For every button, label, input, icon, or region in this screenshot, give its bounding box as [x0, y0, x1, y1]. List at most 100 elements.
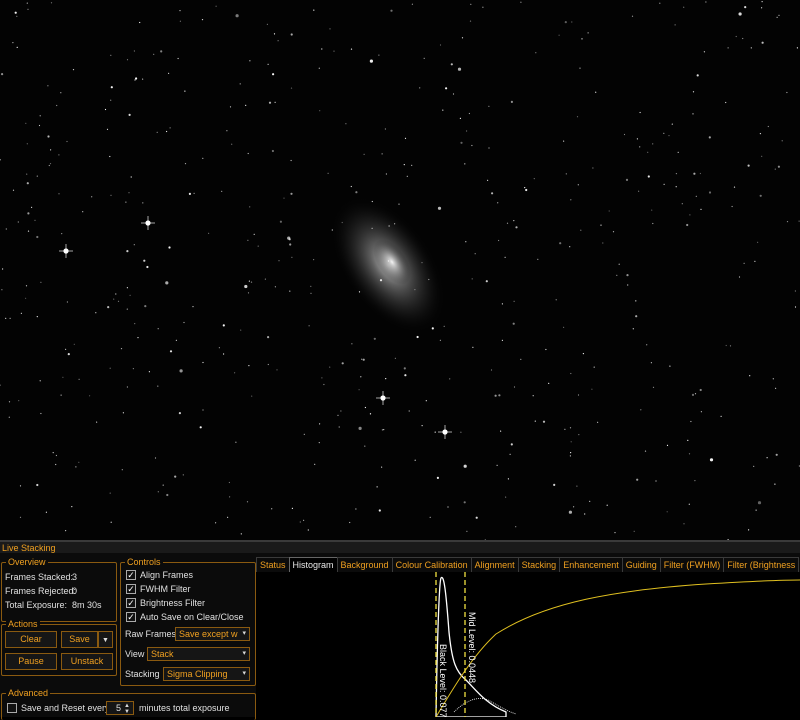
star — [463, 464, 467, 468]
tab-status[interactable]: Status — [256, 557, 290, 572]
star — [558, 34, 560, 36]
star — [692, 91, 695, 93]
tab-guiding[interactable]: Guiding — [621, 557, 661, 572]
star — [218, 347, 220, 349]
star — [696, 74, 699, 77]
star — [126, 308, 128, 310]
star — [708, 191, 712, 194]
star — [56, 104, 58, 107]
save-dropdown-button[interactable]: ▼ — [98, 631, 113, 648]
star — [327, 172, 329, 174]
tab-background[interactable]: Background — [336, 557, 393, 572]
star — [644, 450, 647, 452]
save-reset-checkbox[interactable] — [7, 703, 17, 713]
star — [95, 312, 97, 314]
star — [542, 420, 546, 423]
star — [652, 222, 654, 225]
save-reset-minutes-spinner[interactable]: 5 ▲ ▼ — [106, 701, 134, 715]
align-frames-checkbox[interactable]: ✓ — [126, 570, 136, 580]
tab-alignment[interactable]: Alignment — [470, 557, 519, 572]
star — [490, 369, 493, 371]
star — [244, 284, 248, 289]
tab-histogram[interactable]: Histogram — [288, 557, 338, 572]
tab-enhancement[interactable]: Enhancement — [559, 557, 623, 572]
star — [78, 378, 80, 380]
star — [796, 47, 799, 49]
star — [652, 386, 655, 388]
brightness-filter-checkbox[interactable]: ✓ — [126, 598, 136, 608]
save-button[interactable]: Save — [61, 631, 98, 648]
star — [274, 101, 276, 103]
star — [49, 163, 52, 165]
star — [616, 274, 618, 276]
star — [133, 244, 135, 246]
histogram-view[interactable]: Black Level: 0.0779 Mid Level: 0.0448 — [256, 572, 800, 720]
star — [581, 38, 583, 40]
star — [290, 192, 293, 195]
tab-filter-brightness[interactable]: Filter (Brightness — [723, 557, 800, 572]
tab-filter-fwhm[interactable]: Filter (FWHM) — [659, 557, 725, 572]
tab-colour-calibration[interactable]: Colour Calibration — [391, 557, 472, 572]
star — [638, 190, 640, 192]
star — [199, 426, 202, 429]
star — [0, 384, 1, 386]
star — [26, 2, 28, 4]
controls-group: Controls ✓ Align Frames ✓ FWHM Filter ✓ … — [120, 557, 256, 686]
star — [513, 386, 516, 388]
star — [761, 155, 763, 157]
histogram-tail — [453, 698, 517, 715]
star — [460, 431, 462, 433]
star — [460, 141, 463, 144]
star — [148, 371, 150, 373]
star — [113, 298, 115, 300]
raw-frames-select[interactable]: Save except w ▾ — [175, 627, 250, 641]
star — [248, 365, 250, 367]
star — [82, 211, 84, 213]
star — [631, 15, 634, 17]
stacking-select[interactable]: Sigma Clipping ▾ — [163, 667, 250, 681]
star — [597, 421, 599, 423]
pause-button[interactable]: Pause — [5, 653, 57, 670]
bright-star — [376, 391, 390, 405]
star — [553, 483, 556, 486]
star — [747, 164, 750, 167]
star — [571, 21, 573, 23]
star — [404, 374, 407, 377]
star — [602, 242, 604, 244]
star — [157, 491, 159, 493]
star — [534, 420, 536, 422]
star — [533, 178, 535, 180]
clear-button[interactable]: Clear — [5, 631, 57, 648]
auto-save-checkbox[interactable]: ✓ — [126, 612, 136, 622]
star — [398, 203, 400, 205]
star — [358, 426, 362, 430]
star — [267, 63, 269, 65]
star — [445, 87, 448, 90]
star — [47, 135, 50, 138]
star — [279, 220, 282, 223]
star — [310, 285, 312, 287]
star — [26, 143, 28, 145]
view-select[interactable]: Stack ▾ — [147, 647, 250, 661]
star — [385, 378, 387, 380]
star — [201, 19, 204, 21]
tab-stacking[interactable]: Stacking — [517, 557, 561, 572]
star — [271, 508, 273, 510]
star — [75, 466, 77, 468]
star — [775, 453, 778, 456]
star — [659, 2, 661, 4]
stacking-value: Sigma Clipping — [167, 669, 228, 679]
star — [666, 511, 668, 513]
stacked-image-view[interactable] — [0, 0, 800, 540]
star — [524, 187, 526, 189]
mid-level-label: Mid Level: 0.0448 — [467, 612, 477, 683]
star — [582, 353, 585, 355]
star — [647, 151, 649, 153]
star — [144, 305, 147, 308]
star — [299, 521, 301, 523]
star — [5, 228, 7, 230]
star — [329, 366, 331, 368]
unstack-button[interactable]: Unstack — [61, 653, 113, 670]
fwhm-filter-checkbox[interactable]: ✓ — [126, 584, 136, 594]
star — [36, 483, 39, 487]
